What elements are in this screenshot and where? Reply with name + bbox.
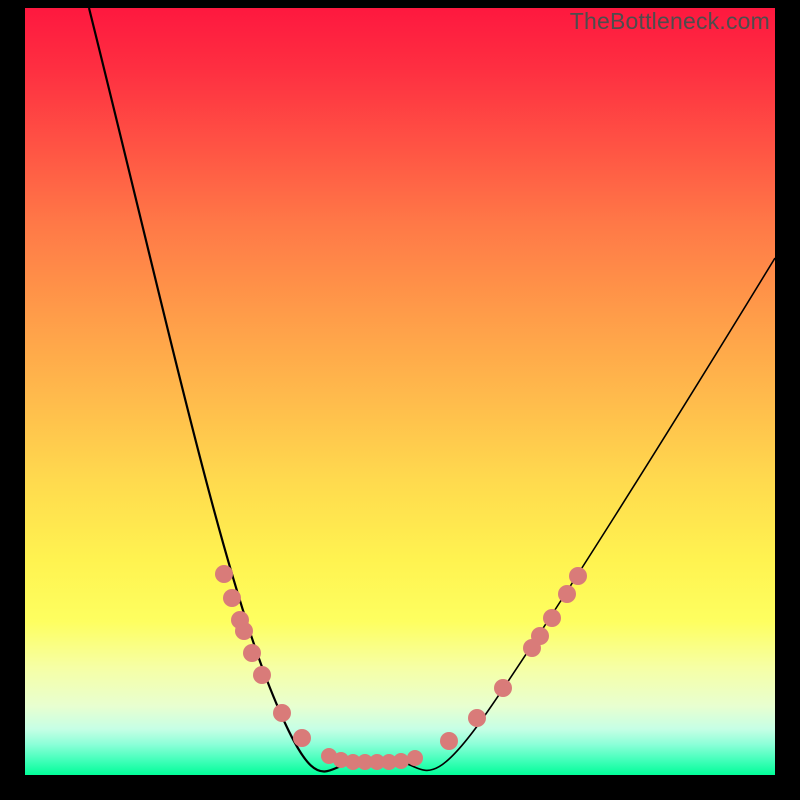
dot-right-7 bbox=[569, 567, 587, 585]
dot-left-1 bbox=[223, 589, 241, 607]
watermark-text: TheBottleneck.com bbox=[570, 8, 770, 35]
dot-right-2 bbox=[494, 679, 512, 697]
dot-right-0 bbox=[440, 732, 458, 750]
chart-frame bbox=[25, 8, 775, 775]
dot-left-7 bbox=[293, 729, 311, 747]
right-curve bbox=[395, 258, 775, 770]
dot-right-5 bbox=[543, 609, 561, 627]
left-curve bbox=[89, 8, 360, 771]
dot-bottom-6 bbox=[393, 753, 409, 769]
dot-left-6 bbox=[273, 704, 291, 722]
chart-svg bbox=[25, 8, 775, 775]
dot-left-3 bbox=[235, 622, 253, 640]
data-points bbox=[215, 565, 587, 770]
dot-right-6 bbox=[558, 585, 576, 603]
dot-left-4 bbox=[243, 644, 261, 662]
dot-right-4 bbox=[531, 627, 549, 645]
dot-right-1 bbox=[468, 709, 486, 727]
dot-left-0 bbox=[215, 565, 233, 583]
dot-bottom-7 bbox=[407, 750, 423, 766]
dot-left-5 bbox=[253, 666, 271, 684]
